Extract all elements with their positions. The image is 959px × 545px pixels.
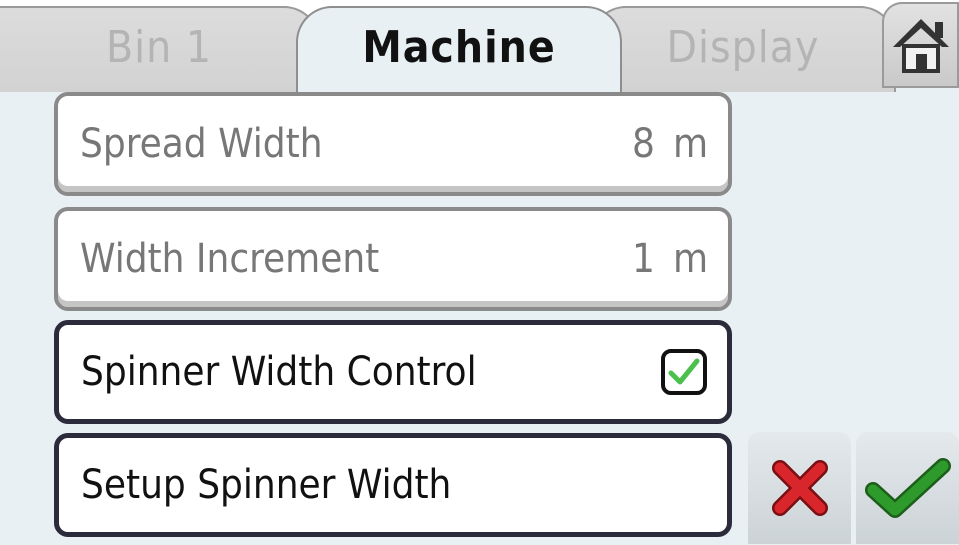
tab-bar: Bin 1 Display Machine [0,0,959,92]
machine-settings-screen: Bin 1 Display Machine Spread Width 8 m W… [0,0,959,545]
cancel-button[interactable] [748,432,851,544]
green-check-icon [864,458,951,518]
spinner-width-control-row[interactable]: Spinner Width Control [54,320,732,424]
value-number: 8 [632,121,655,167]
tab-machine[interactable]: Machine [296,6,622,92]
tab-label: Machine [362,22,556,73]
row-label: Setup Spinner Width [81,462,452,508]
row-label: Spinner Width Control [81,349,477,395]
red-x-icon [771,460,828,516]
width-increment-value: 1 m [632,236,708,282]
tab-bin-1[interactable]: Bin 1 [0,6,320,92]
width-increment-row[interactable]: Width Increment 1 m [54,207,732,311]
spread-width-row[interactable]: Spread Width 8 m [54,92,732,196]
setup-spinner-width-row[interactable]: Setup Spinner Width [54,433,732,537]
tab-label: Bin 1 [106,22,212,73]
confirm-button[interactable] [856,432,959,544]
home-icon [892,19,949,73]
tab-display[interactable]: Display [590,6,896,92]
home-button[interactable] [882,2,959,88]
checkmark-icon [668,358,700,385]
value-unit: m [672,121,708,167]
row-label: Spread Width [80,121,323,167]
spinner-width-checkbox[interactable] [661,349,707,395]
value-number: 1 [632,236,655,282]
spread-width-value: 8 m [632,121,708,167]
value-unit: m [672,236,708,282]
row-label: Width Increment [80,236,380,282]
tab-label: Display [666,22,820,73]
